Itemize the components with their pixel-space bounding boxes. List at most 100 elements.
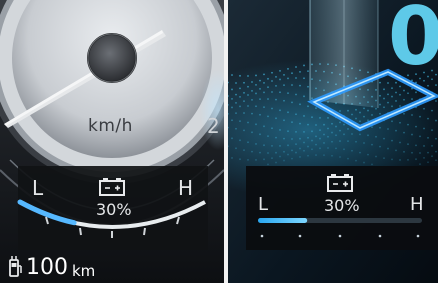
battery-bar-fill (258, 218, 308, 223)
wave-dot (427, 84, 429, 87)
wave-dot (263, 106, 265, 109)
wave-dot (335, 134, 337, 137)
wave-dot (247, 121, 249, 124)
wave-dot (247, 105, 249, 107)
wave-dot (355, 117, 357, 120)
wave-dot (391, 105, 393, 108)
wave-dot (359, 133, 361, 136)
wave-dot (375, 135, 377, 138)
battery-percent-label-right: 30% (324, 196, 360, 215)
wave-dot (399, 141, 401, 144)
wave-dot (251, 131, 253, 134)
wave-dot (263, 81, 265, 84)
wave-dot (411, 98, 413, 100)
wave-dot (271, 91, 273, 93)
wave-dot (391, 158, 393, 161)
wave-dot (327, 127, 329, 130)
wave-dot (371, 143, 373, 146)
wave-dot (263, 73, 265, 76)
wave-dot (287, 111, 289, 114)
wave-dot (299, 137, 301, 140)
wave-dot (235, 112, 237, 115)
wave-dot (387, 93, 389, 96)
wave-dot (407, 92, 409, 95)
wave-dot (239, 95, 241, 98)
wave-dot (323, 142, 325, 144)
wave-dot (307, 136, 309, 139)
wave-dot (339, 156, 341, 158)
wave-dot (275, 98, 277, 101)
wave-dot (423, 145, 425, 147)
wave-dot (423, 127, 425, 130)
wave-dot (291, 149, 293, 152)
wave-dot (399, 159, 401, 161)
wave-dot (339, 129, 341, 132)
wave-dot (279, 129, 281, 131)
wave-dot (339, 121, 341, 124)
wave-dot (259, 113, 261, 116)
wave-dot (235, 101, 237, 104)
wave-dot (299, 103, 301, 106)
wave-dot (323, 123, 325, 126)
wave-dot (355, 108, 357, 111)
wave-dot (303, 115, 305, 117)
wave-dot (371, 126, 373, 128)
wave-dot (399, 93, 401, 96)
wave-dot (275, 161, 277, 164)
wave-dot (307, 154, 309, 157)
wave-dot (331, 122, 333, 125)
wave-dot (303, 131, 305, 133)
wave-dot (303, 149, 305, 152)
wave-dot (283, 150, 285, 153)
wave-dot (267, 115, 269, 118)
wave-dot (299, 147, 301, 150)
wave-dot (431, 144, 433, 147)
wave-dot (239, 74, 241, 77)
wave-dot (315, 124, 317, 126)
wave-dot (331, 131, 333, 134)
wave-dot (255, 74, 257, 77)
wave-dot (367, 153, 369, 156)
wave-dot (231, 157, 233, 159)
wave-dot (431, 109, 433, 112)
wave-dot (295, 151, 297, 154)
wave-dot (387, 101, 389, 104)
wave-dot (395, 91, 397, 94)
wave-dot (391, 95, 393, 98)
speed-scale-digit: 2 (207, 114, 220, 138)
battery-low-label-right: L (258, 194, 269, 215)
wave-dot (351, 113, 353, 116)
wave-dot (427, 151, 429, 154)
wave-dot (231, 106, 233, 109)
wave-dot (235, 82, 237, 84)
wave-dot (339, 110, 341, 112)
wave-dot (295, 143, 297, 146)
wave-dot (307, 70, 309, 73)
wave-dot (243, 149, 245, 152)
wave-dot (363, 142, 365, 144)
wave-dot (255, 123, 257, 126)
wave-dot (231, 119, 233, 122)
wave-dot (375, 155, 377, 158)
wave-dot (407, 158, 409, 161)
wave-dot (291, 72, 293, 75)
wave-dot (367, 134, 369, 137)
right-cluster-panel: 0 L H 30% (228, 0, 438, 283)
wave-dot (315, 107, 317, 110)
wave-dot (231, 97, 233, 100)
wave-dot (267, 135, 269, 138)
battery-arc-tick (143, 227, 146, 236)
wave-dot (263, 91, 265, 94)
wave-dot (287, 77, 289, 80)
wave-dot (403, 150, 405, 153)
battery-high-label-right: H (410, 194, 424, 215)
wave-dot (347, 128, 349, 130)
wave-dot (359, 111, 361, 114)
wave-dot (351, 133, 353, 135)
wave-dot (279, 69, 281, 72)
wave-dot (419, 135, 421, 138)
wave-dot (427, 136, 429, 139)
wave-dot (323, 133, 325, 136)
wave-dot (271, 144, 273, 147)
wave-dot (307, 123, 309, 126)
